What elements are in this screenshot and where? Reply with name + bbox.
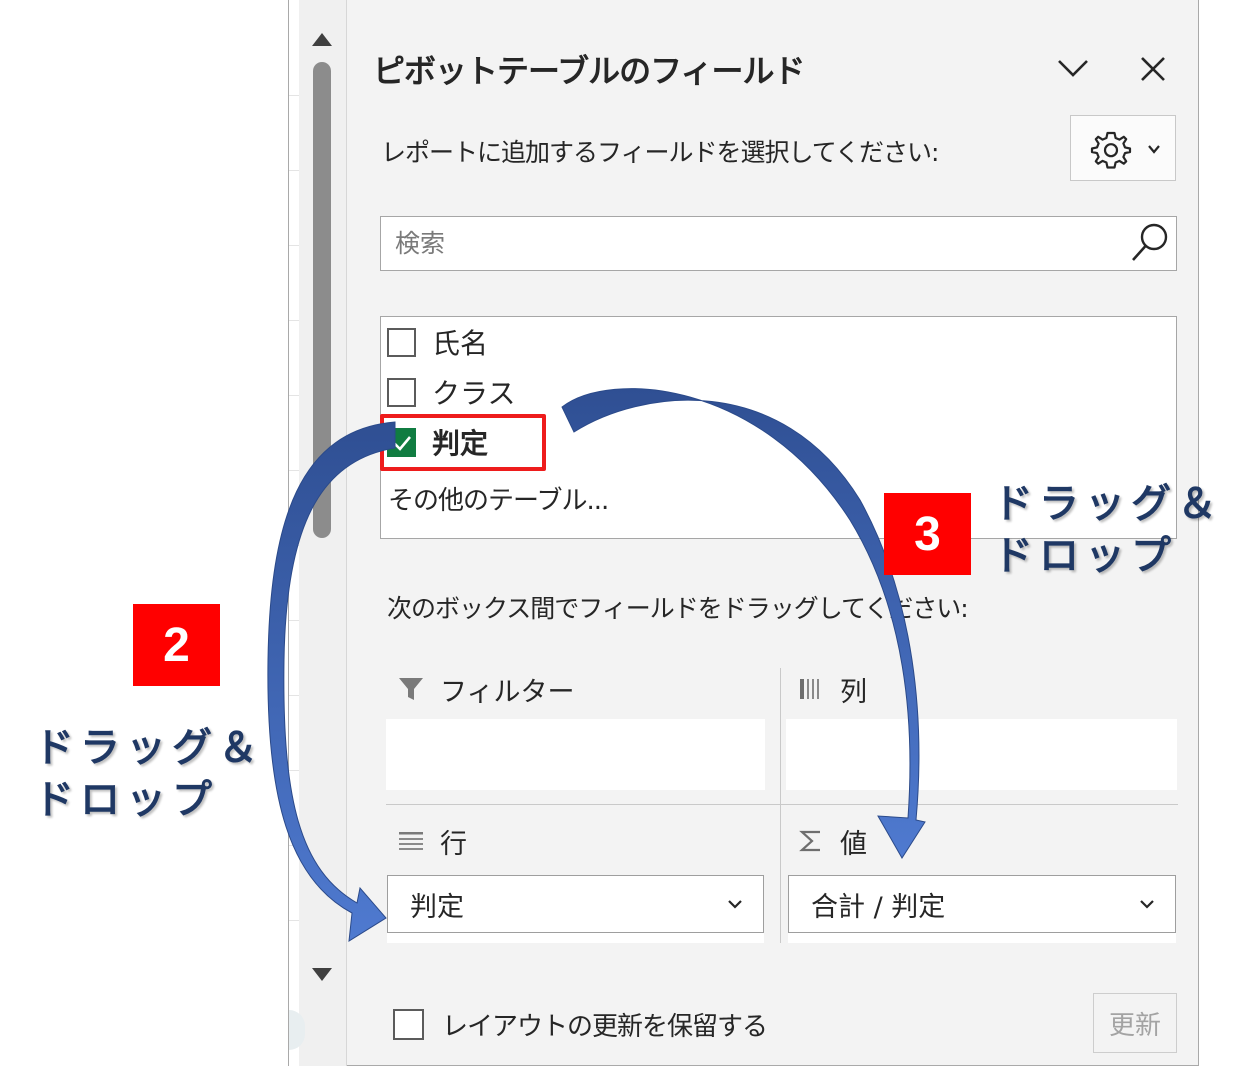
gear-icon (1090, 131, 1132, 169)
search-input[interactable] (381, 217, 1125, 270)
search-icon[interactable] (1130, 222, 1170, 264)
pane-title: ピボットテーブルのフィールド (373, 52, 805, 90)
field-item-name[interactable]: 氏名 (387, 320, 488, 364)
step-3-line2: ドロップ (993, 533, 1177, 579)
worksheet-edge (289, 0, 299, 1066)
step-2-badge: 2 (133, 604, 220, 686)
pane-options-chevron-icon[interactable] (1056, 56, 1090, 80)
tools-settings-button[interactable] (1070, 115, 1176, 181)
step-2-line2: ドロップ (34, 777, 218, 823)
step-2-annotation: ドラッグ＆ ドロップ (34, 722, 264, 826)
highlight-box (380, 414, 546, 471)
filter-icon (396, 674, 426, 704)
choose-fields-label: レポートに追加するフィールドを選択してください: (381, 138, 939, 167)
rows-field-pill[interactable]: 判定 (387, 875, 764, 933)
rows-area-header: 行 (396, 821, 467, 861)
scrollbar-thumb[interactable] (313, 62, 331, 538)
search-field[interactable] (380, 216, 1177, 271)
columns-icon (796, 674, 826, 704)
close-icon[interactable] (1138, 54, 1168, 84)
step-3-badge: 3 (884, 493, 971, 575)
update-button[interactable]: 更新 (1093, 993, 1177, 1053)
rows-drop-zone[interactable] (387, 933, 764, 943)
columns-drop-zone[interactable] (786, 719, 1177, 790)
chevron-down-icon[interactable] (1139, 896, 1155, 912)
values-area-label: 値 (840, 828, 867, 860)
field-checkbox[interactable] (387, 377, 416, 407)
field-checkbox[interactable] (387, 327, 416, 357)
step-3-line1: ドラッグ＆ (993, 481, 1223, 527)
field-label: クラス (432, 377, 516, 410)
chevron-down-icon (1148, 145, 1160, 154)
field-label: 氏名 (432, 327, 489, 360)
defer-update-label: レイアウトの更新を保留する (442, 1011, 768, 1042)
step-3-annotation: ドラッグ＆ ドロップ (993, 478, 1223, 582)
more-tables-link[interactable]: その他のテーブル... (388, 480, 609, 517)
filters-drop-zone[interactable] (386, 719, 765, 790)
area-divider-vertical (780, 668, 781, 943)
values-area-header: 値 (796, 821, 867, 861)
rows-area-label: 行 (440, 828, 467, 860)
values-field-label: 合計 / 判定 (811, 891, 946, 923)
sigma-icon (796, 826, 826, 856)
rows-field-label: 判定 (410, 891, 464, 923)
scroll-down-arrow-icon[interactable] (310, 964, 334, 986)
area-divider-horizontal (386, 804, 1178, 805)
field-item-class[interactable]: クラス (387, 370, 515, 414)
chevron-down-icon[interactable] (727, 896, 743, 912)
drag-fields-label: 次のボックス間でフィールドをドラッグしてください: (387, 594, 969, 623)
defer-update-option[interactable]: レイアウトの更新を保留する (393, 1004, 768, 1044)
columns-area-header: 列 (796, 669, 867, 709)
filters-area-label: フィルター (440, 676, 575, 708)
scroll-up-arrow-icon[interactable] (310, 28, 334, 50)
values-field-pill[interactable]: 合計 / 判定 (788, 875, 1176, 933)
step-2-line1: ドラッグ＆ (34, 725, 264, 771)
defer-update-checkbox[interactable] (393, 1008, 424, 1040)
columns-area-label: 列 (840, 676, 867, 708)
filters-area-header: フィルター (396, 669, 574, 709)
values-drop-zone[interactable] (788, 933, 1176, 943)
rows-icon (396, 826, 426, 856)
